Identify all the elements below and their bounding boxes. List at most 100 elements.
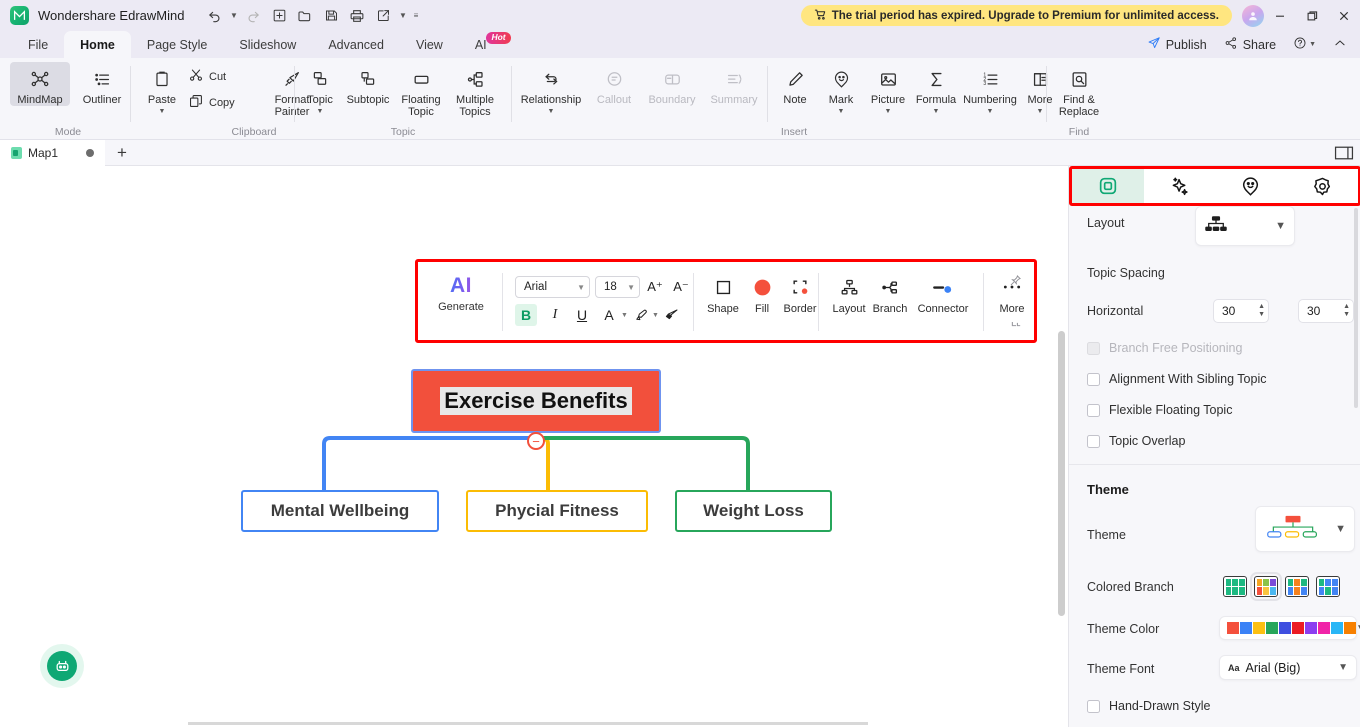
checkbox-box[interactable] — [1087, 699, 1100, 713]
formula-dropdown-caret[interactable]: ▼ — [933, 108, 940, 115]
tab-style[interactable] — [1072, 169, 1144, 203]
boundary-button[interactable]: Boundary — [641, 62, 703, 106]
checkbox-alignment-with-sibling-topic[interactable]: Alignment With Sibling Topic — [1087, 372, 1266, 386]
stepper-arrows[interactable]: ▲ ▼ — [1258, 303, 1265, 318]
checkbox-box[interactable] — [1087, 403, 1100, 417]
picture-button[interactable]: Picture ▼ — [864, 62, 912, 115]
checkbox-box[interactable] — [1087, 372, 1100, 386]
paste-dropdown-caret[interactable]: ▼ — [159, 108, 166, 115]
checkbox-flexible-floating-topic[interactable]: Flexible Floating Topic — [1087, 403, 1232, 417]
collapse-ribbon-button[interactable] — [1326, 34, 1354, 56]
tab-settings[interactable] — [1287, 169, 1359, 203]
panel-layout-toggle-icon[interactable] — [1334, 145, 1354, 161]
bold-button[interactable]: B — [515, 304, 537, 326]
save-button[interactable] — [319, 4, 343, 27]
copy-button[interactable]: Copy — [188, 90, 264, 112]
layout-select[interactable]: ▼ — [1195, 206, 1295, 246]
font-color-caret[interactable]: ▼ — [621, 312, 628, 319]
decrease-font-size-button[interactable]: A⁻ — [670, 276, 692, 298]
colored-branch-blue[interactable] — [1316, 576, 1340, 597]
find-replace-button[interactable]: Find & Replace — [1051, 62, 1107, 118]
summary-button[interactable]: Summary — [703, 62, 765, 106]
more-insert-dropdown-caret[interactable]: ▼ — [1037, 108, 1044, 115]
mindmap-child-topic-3[interactable]: Weight Loss — [675, 490, 832, 532]
mark-dropdown-caret[interactable]: ▼ — [838, 108, 845, 115]
theme-select[interactable]: ▼ — [1255, 506, 1355, 552]
outliner-mode-button[interactable]: Outliner — [72, 62, 132, 106]
theme-color-select[interactable]: ▼ — [1219, 616, 1360, 640]
clear-format-icon[interactable] — [661, 304, 683, 326]
close-button[interactable] — [1328, 0, 1360, 31]
qat-overflow-caret[interactable]: ≡ — [410, 4, 421, 27]
topic-button[interactable]: Topic ▼ — [299, 62, 341, 115]
highlighter-icon[interactable] — [630, 304, 652, 326]
colored-branch-multi[interactable] — [1250, 572, 1282, 601]
checkbox-branch-free-positioning[interactable]: Branch Free Positioning — [1087, 341, 1242, 355]
callout-button[interactable]: Callout — [587, 62, 641, 106]
undo-button[interactable] — [202, 4, 226, 27]
subtopic-button[interactable]: Subtopic — [341, 62, 395, 106]
minimize-button[interactable] — [1264, 0, 1296, 31]
font-size-select[interactable]: 18 ▼ — [595, 276, 640, 298]
share-button[interactable]: Share — [1217, 34, 1283, 56]
font-family-select[interactable]: Arial ▼ — [515, 276, 590, 298]
connector-button[interactable]: Connector — [907, 274, 979, 315]
new-tab-button[interactable]: + — [112, 143, 132, 163]
help-button[interactable]: ▼ — [1286, 34, 1323, 56]
undo-dropdown-caret[interactable]: ▼ — [228, 4, 239, 27]
relationship-button[interactable]: Relationship ▼ — [515, 62, 587, 115]
cut-button[interactable]: Cut — [188, 64, 258, 86]
publish-button[interactable]: Publish — [1140, 34, 1214, 56]
right-panel-scrollbar[interactable] — [1354, 208, 1358, 408]
numbering-button[interactable]: 123 Numbering ▼ — [960, 62, 1020, 115]
mindmap-mode-button[interactable]: MindMap — [10, 62, 70, 106]
tab-slideshow[interactable]: Slideshow — [223, 31, 312, 58]
trial-expired-banner[interactable]: The trial period has expired. Upgrade to… — [800, 5, 1232, 26]
pin-icon[interactable] — [1009, 274, 1022, 290]
relationship-dropdown-caret[interactable]: ▼ — [548, 108, 555, 115]
font-color-button[interactable]: A — [598, 304, 620, 326]
underline-button[interactable]: U — [571, 304, 593, 326]
ai-robot-assistant-icon[interactable] — [40, 644, 84, 688]
colored-branch-orange-blue[interactable] — [1285, 576, 1309, 597]
ai-generate-button[interactable]: AI Generate — [432, 274, 490, 313]
stepper-arrows[interactable]: ▲ ▼ — [1343, 303, 1350, 318]
tab-clipart[interactable] — [1215, 169, 1287, 203]
theme-font-select[interactable]: Aa Arial (Big) ▼ — [1219, 655, 1357, 680]
highlight-caret[interactable]: ▼ — [652, 312, 659, 319]
mark-button[interactable]: Mark ▼ — [818, 62, 864, 115]
mindmap-central-topic[interactable]: Exercise Benefits — [411, 369, 661, 433]
border-button[interactable]: Border — [776, 274, 824, 315]
tab-page-style[interactable]: Page Style — [131, 31, 223, 58]
mindmap-child-topic-1[interactable]: Mental Wellbeing — [241, 490, 439, 532]
numbering-dropdown-caret[interactable]: ▼ — [987, 108, 994, 115]
tab-ai[interactable] — [1144, 169, 1216, 203]
export-button[interactable] — [371, 4, 395, 27]
tab-home[interactable]: Home — [64, 31, 131, 58]
checkbox-hand-drawn-style[interactable]: Hand-Drawn Style — [1087, 699, 1210, 713]
resize-corner-icon[interactable] — [1011, 316, 1022, 330]
increase-font-size-button[interactable]: A⁺ — [644, 276, 666, 298]
open-button[interactable] — [293, 4, 317, 27]
formula-button[interactable]: Formula ▼ — [912, 62, 960, 115]
print-button[interactable] — [345, 4, 369, 27]
export-dropdown-caret[interactable]: ▼ — [397, 4, 408, 27]
horizontal-spacing-stepper[interactable]: 30 ▲ ▼ — [1213, 299, 1269, 323]
tab-advanced[interactable]: Advanced — [312, 31, 400, 58]
vertical-spacing-stepper[interactable]: 30 ▲ ▼ — [1298, 299, 1354, 323]
topic-dropdown-caret[interactable]: ▼ — [317, 108, 324, 115]
paste-button[interactable]: Paste ▼ — [138, 62, 186, 115]
avatar[interactable] — [1242, 5, 1264, 27]
collapse-minus-icon[interactable]: − — [527, 432, 545, 450]
italic-button[interactable]: I — [544, 304, 566, 326]
note-button[interactable]: Note — [772, 62, 818, 106]
maximize-button[interactable] — [1296, 0, 1328, 31]
doc-modified-dot[interactable] — [86, 149, 94, 157]
new-button[interactable] — [267, 4, 291, 27]
checkbox-box[interactable] — [1087, 341, 1100, 355]
tab-file[interactable]: File — [12, 31, 64, 58]
central-topic-text[interactable]: Exercise Benefits — [440, 387, 632, 415]
mindmap-canvas[interactable]: Exercise Benefits − Mental Wellbeing Phy… — [0, 166, 1068, 727]
tab-ai[interactable]: AI Hot — [459, 31, 511, 58]
canvas-horizontal-scrollbar[interactable] — [188, 722, 868, 725]
